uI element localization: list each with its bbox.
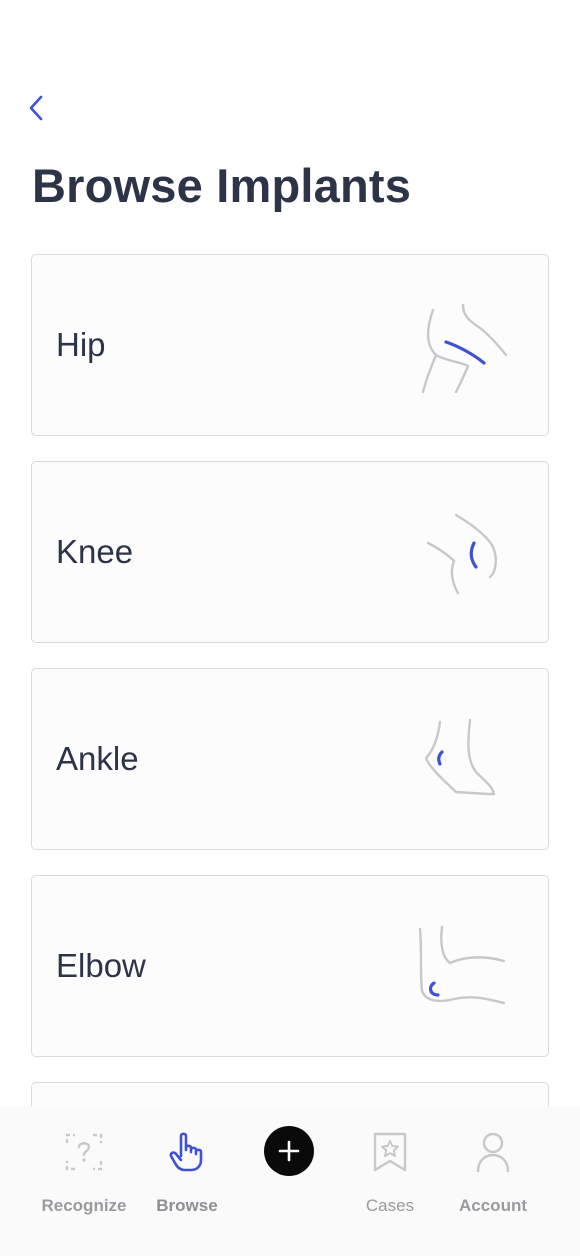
bookmark-star-icon [373, 1132, 407, 1172]
tab-browse[interactable]: Browse [132, 1130, 242, 1220]
plus-icon [278, 1140, 300, 1162]
tab-label: Account [459, 1196, 527, 1215]
tab-label: Recognize [41, 1196, 127, 1215]
tab-label: Browse [156, 1196, 218, 1215]
tab-recognize[interactable]: Recognize [29, 1130, 139, 1220]
tab-cases[interactable]: Cases [335, 1130, 445, 1220]
bottom-tab-bar: Recognize Browse Cases Account [0, 1106, 580, 1256]
elbow-illustration-icon [418, 925, 506, 1005]
back-button[interactable] [22, 92, 50, 124]
category-label: Hip [56, 326, 106, 363]
tab-label: Cases [365, 1196, 415, 1215]
hip-illustration-icon [421, 303, 508, 394]
category-card-hip[interactable]: Hip [31, 254, 549, 436]
hand-pointer-icon [169, 1132, 203, 1172]
chevron-left-icon [29, 95, 43, 121]
knee-illustration-icon [426, 513, 498, 595]
page-title: Browse Implants [32, 159, 412, 212]
category-card-knee[interactable]: Knee [31, 461, 549, 643]
implant-category-list: Hip Knee Ankle Elbow [31, 254, 549, 1147]
category-label: Ankle [56, 740, 139, 777]
category-label: Knee [56, 533, 134, 570]
add-button[interactable] [264, 1126, 314, 1176]
scan-question-icon [65, 1133, 103, 1171]
tab-account[interactable]: Account [438, 1130, 548, 1220]
category-card-elbow[interactable]: Elbow [31, 875, 549, 1057]
category-card-ankle[interactable]: Ankle [31, 668, 549, 850]
ankle-illustration-icon [424, 718, 496, 796]
category-label: Elbow [56, 947, 146, 984]
user-icon [476, 1132, 510, 1173]
